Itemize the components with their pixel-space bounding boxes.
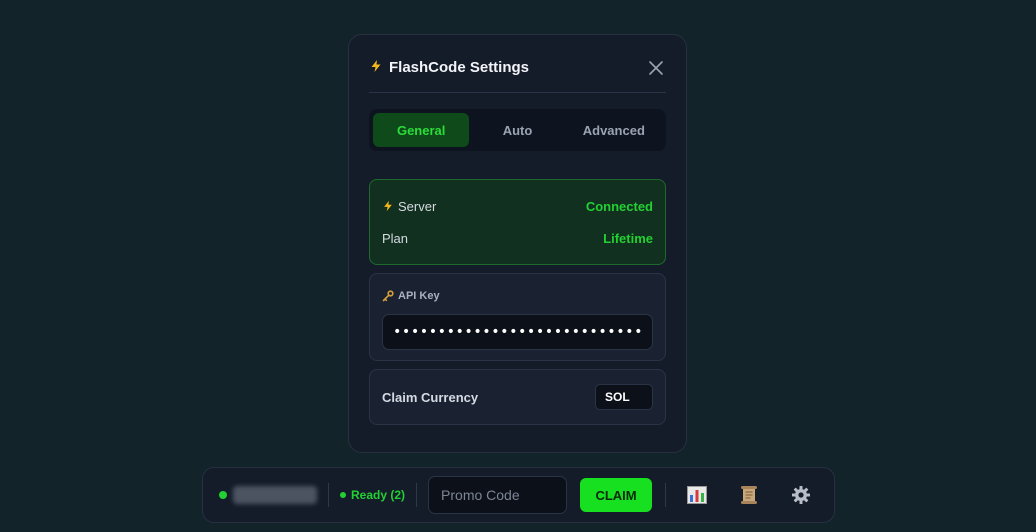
divider [328, 483, 329, 507]
bottom-toolbar: Ready (2) CLAIM [202, 467, 835, 523]
tab-general[interactable]: General [373, 113, 470, 147]
claim-currency-label: Claim Currency [382, 389, 479, 405]
username-blurred [233, 486, 317, 504]
close-icon [649, 60, 663, 75]
claim-button[interactable]: CLAIM [580, 478, 653, 512]
plan-value: Lifetime [603, 230, 653, 246]
claim-currency-card: Claim Currency SOL [369, 369, 666, 425]
server-row: Server Connected [382, 190, 653, 222]
stats-button[interactable] [680, 478, 714, 512]
chart-icon [687, 486, 708, 504]
settings-tabs: General Auto Advanced [369, 109, 666, 151]
plan-row: Plan Lifetime [382, 222, 653, 254]
scroll-icon [741, 486, 758, 504]
server-label-text: Server [398, 198, 437, 214]
online-indicator [219, 491, 227, 499]
lightning-icon [384, 200, 392, 212]
server-label: Server [382, 199, 436, 214]
gear-icon [792, 486, 811, 504]
plan-label: Plan [382, 230, 409, 246]
history-button[interactable] [732, 478, 766, 512]
tab-advanced[interactable]: Advanced [566, 113, 662, 147]
divider [416, 483, 418, 507]
promo-code-input[interactable] [428, 476, 568, 514]
settings-modal: FlashCode Settings General Auto Advanced… [348, 34, 687, 453]
api-key-input[interactable] [382, 314, 653, 350]
server-status-value: Connected [585, 198, 653, 214]
key-icon [382, 290, 394, 302]
modal-header: FlashCode Settings [369, 35, 666, 93]
modal-title: FlashCode Settings [369, 51, 529, 76]
tab-auto[interactable]: Auto [469, 113, 565, 147]
close-button[interactable] [646, 54, 666, 75]
modal-title-text: FlashCode Settings [389, 59, 530, 76]
api-key-label-text: API Key [398, 290, 440, 302]
settings-button[interactable] [784, 478, 818, 512]
claim-currency-select[interactable]: SOL [595, 384, 653, 410]
status-card: Server Connected Plan Lifetime [369, 179, 666, 265]
ready-status: Ready (2) [340, 488, 405, 502]
api-key-card: API Key [369, 273, 666, 361]
ready-dot [340, 492, 346, 498]
ready-text: Ready (2) [351, 488, 406, 502]
lightning-icon [369, 59, 383, 76]
api-key-label: API Key [382, 274, 653, 318]
divider [665, 483, 667, 507]
